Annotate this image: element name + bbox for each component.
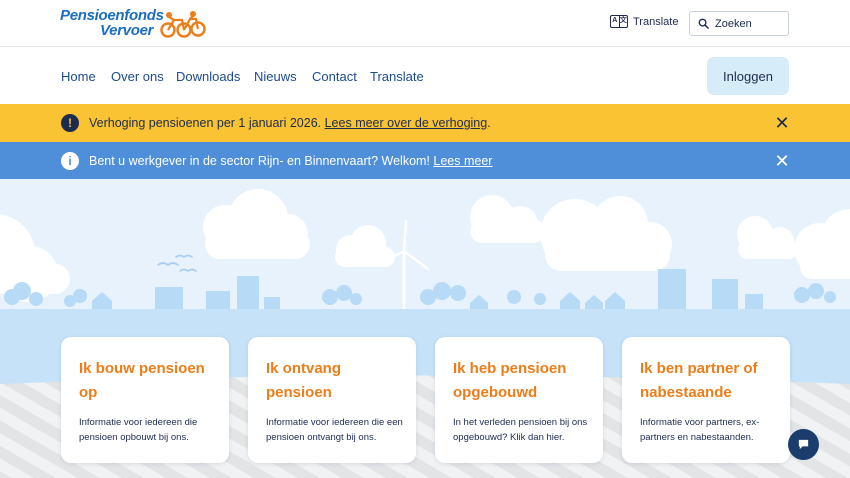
card-pension-building[interactable]: Ik bouw pensioen op Informatie voor iede…	[61, 337, 229, 463]
nav-item-contact[interactable]: Contact	[312, 69, 357, 84]
main-navigation: Home Over ons Downloads Nieuws Contact T…	[0, 48, 850, 104]
card-pension-built-up[interactable]: Ik heb pensioen opgebouwd In het verlede…	[435, 337, 603, 463]
alert-text: Bent u werkgever in de sector Rijn- en B…	[89, 153, 434, 168]
chat-icon	[798, 439, 809, 450]
search-input[interactable]: Zoeken	[715, 18, 752, 30]
card-pension-receiving[interactable]: Ik ontvang pensioen Informatie voor iede…	[248, 337, 416, 463]
nav-item-downloads[interactable]: Downloads	[176, 69, 240, 84]
card-title: Ik ben partner of nabestaande	[640, 357, 772, 405]
translate-icon: A文	[610, 15, 628, 28]
nav-item-over-ons[interactable]: Over ons	[111, 69, 164, 84]
warning-icon: !	[61, 114, 79, 132]
card-title: Ik heb pensioen opgebouwd	[453, 357, 585, 405]
alert-read-more-link[interactable]: Lees meer	[433, 154, 492, 168]
logo-text-line2: Vervoer	[100, 22, 154, 39]
alert-suffix: .	[487, 116, 491, 130]
card-description: Informatie voor partners, ex-partners en…	[640, 417, 760, 443]
pensioenfonds-vervoer-logo[interactable]: Pensioenfonds Vervoer	[60, 5, 210, 41]
search-box[interactable]: Zoeken	[689, 11, 789, 36]
search-icon	[698, 18, 709, 29]
card-description: In het verleden pensioen bij ons opgebou…	[453, 417, 588, 443]
login-button[interactable]: Inloggen	[707, 57, 789, 95]
info-icon: i	[61, 151, 79, 170]
alert-message: Verhoging pensioenen per 1 januari 2026.…	[89, 116, 491, 130]
close-icon[interactable]: ✕	[774, 152, 790, 170]
card-partner-survivor[interactable]: Ik ben partner of nabestaande Informatie…	[622, 337, 790, 463]
card-title-line2: nabestaande	[640, 384, 732, 401]
employer-welcome-alert: i Bent u werkgever in de sector Rijn- en…	[0, 142, 850, 179]
card-description: Informatie voor iedereen die een pensioe…	[266, 417, 403, 443]
alert-text: Verhoging pensioenen per 1 januari 2026.	[89, 116, 325, 130]
bicycles-icon	[160, 11, 206, 38]
nav-item-home[interactable]: Home	[61, 69, 96, 84]
card-title: Ik bouw pensioen op	[79, 357, 211, 405]
card-title-line2: opgebouwd	[453, 384, 538, 401]
close-icon[interactable]: ✕	[774, 114, 790, 132]
card-title: Ik ontvang pensioen	[266, 357, 398, 405]
pension-increase-alert: ! Verhoging pensioenen per 1 januari 202…	[0, 104, 850, 142]
nav-item-nieuws[interactable]: Nieuws	[254, 69, 297, 84]
card-description: Informatie voor iedereen die pensioen op…	[79, 417, 198, 443]
card-title-line1: Ik ben partner of	[640, 360, 758, 377]
top-bar: Pensioenfonds Vervoer A文 Translate Zoeke…	[0, 0, 850, 47]
card-title-line2: op	[79, 384, 98, 401]
card-title-line1: Ik ontvang	[266, 360, 342, 377]
card-title-line1: Ik bouw pensioen	[79, 360, 205, 377]
translate-link-top[interactable]: A文 Translate	[610, 15, 678, 28]
card-title-line2: pensioen	[266, 384, 332, 401]
card-title-line1: Ik heb pensioen	[453, 360, 567, 377]
translate-label: Translate	[633, 15, 679, 28]
nav-item-translate[interactable]: Translate	[370, 69, 424, 84]
chat-button[interactable]	[788, 429, 819, 460]
alert-read-more-link[interactable]: Lees meer over de verhoging	[325, 116, 488, 130]
alert-message: Bent u werkgever in de sector Rijn- en B…	[89, 154, 492, 168]
